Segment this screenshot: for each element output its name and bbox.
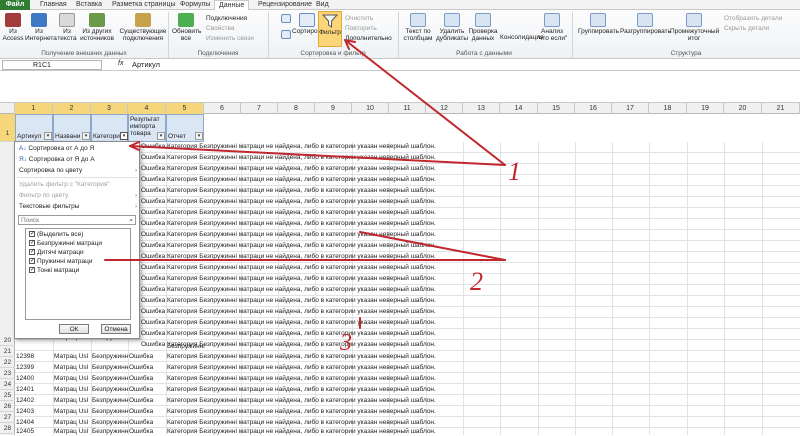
annotation-number: 3 (339, 330, 352, 356)
annotation-arrow (344, 39, 506, 166)
annotation-arrow (129, 145, 506, 166)
annotation-overlay: 1 2 3 (104, 39, 521, 356)
annotation-number: 2 (470, 267, 483, 296)
annotation-number: 1 (508, 157, 521, 186)
annotation-arrow (359, 231, 506, 261)
